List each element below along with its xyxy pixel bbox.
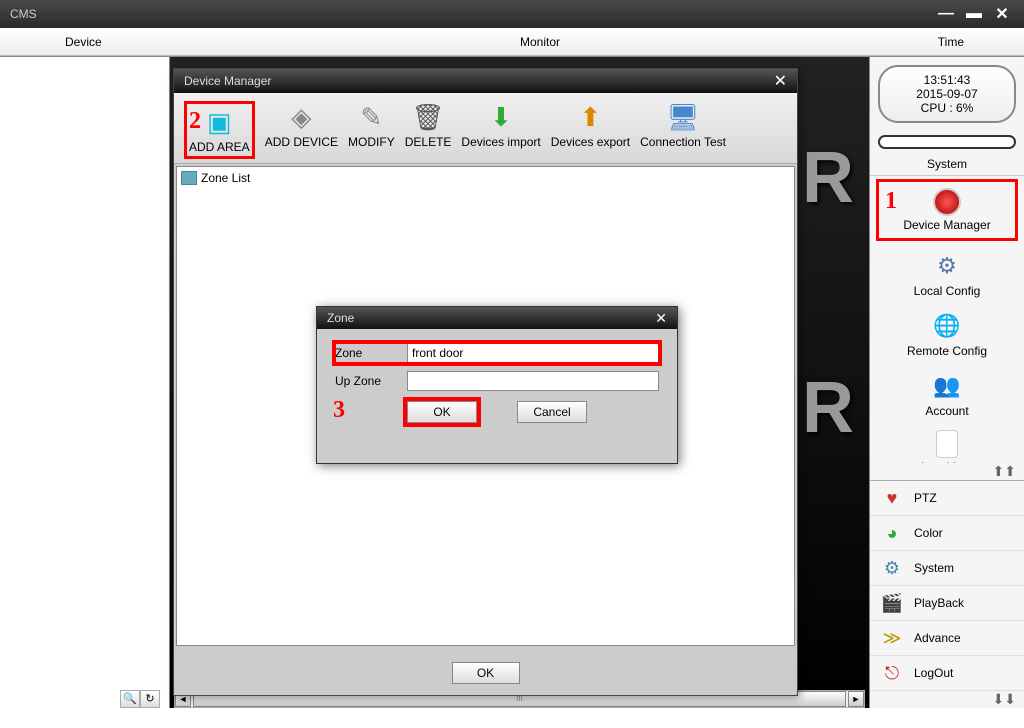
export-icon: ⬆ xyxy=(572,101,608,133)
toolbar-export[interactable]: ⬆ Devices export xyxy=(551,101,630,159)
zone-cancel-button[interactable]: Cancel xyxy=(517,401,587,423)
dm-title-bar[interactable]: Device Manager ✕ xyxy=(174,69,797,93)
sys-label: Account xyxy=(872,404,1022,418)
tree-root-item[interactable]: Zone List xyxy=(181,171,790,185)
remote-config-icon: 🌐 xyxy=(931,310,963,342)
zone-name-row: Zone xyxy=(335,343,659,363)
modify-icon: ✎ xyxy=(353,101,389,133)
cpu-text: CPU : 6% xyxy=(890,101,1004,115)
search-button[interactable]: 🔍 xyxy=(120,690,140,708)
date-text: 2015-09-07 xyxy=(890,87,1004,101)
toolbar-modify[interactable]: ✎ MODIFY xyxy=(348,101,395,159)
system-item-device-manager[interactable]: 1 Device Manager xyxy=(876,179,1018,241)
menu-ptz[interactable]: ♥PTZ xyxy=(870,481,1024,516)
upzone-label: Up Zone xyxy=(335,374,407,388)
menu-advance[interactable]: ≫Advance xyxy=(870,621,1024,656)
color-icon: ◕ xyxy=(880,522,904,544)
maximize-button[interactable]: ▬ xyxy=(962,6,986,23)
scroll-down-arrow[interactable]: ⬇⬇ xyxy=(870,691,1024,708)
upzone-row: Up Zone xyxy=(335,371,659,391)
advance-icon: ≫ xyxy=(880,627,904,649)
zone-close-button[interactable]: ✕ xyxy=(655,310,667,327)
toolbar-add-area[interactable]: 2 ▣ ADD AREA xyxy=(184,101,255,159)
toolbar-delete[interactable]: 🗑 DELETE xyxy=(405,101,452,159)
sys-label: Device Manager xyxy=(881,218,1013,232)
dm-ok-button[interactable]: OK xyxy=(452,662,520,684)
left-device-panel: 🔍↻ xyxy=(0,57,170,708)
zone-title-text: Zone xyxy=(327,311,354,325)
playback-icon: 🎬 xyxy=(880,592,904,614)
close-button[interactable]: ✕ xyxy=(990,6,1014,23)
toolbar-connection-test[interactable]: 🖥 Connection Test xyxy=(640,101,726,159)
local-log-icon xyxy=(936,430,958,458)
menu-logout[interactable]: ⎋LogOut xyxy=(870,656,1024,691)
bottom-menu-list: ♥PTZ ◕Color ⚙System 🎬PlayBack ≫Advance ⎋… xyxy=(870,480,1024,691)
menu-device[interactable]: Device xyxy=(65,35,102,49)
zone-title-bar[interactable]: Zone ✕ xyxy=(317,307,677,329)
clock-text: 13:51:43 xyxy=(890,73,1004,87)
system-icon: ⚙ xyxy=(880,557,904,579)
toolbar-add-device[interactable]: ◈ ADD DEVICE xyxy=(265,101,338,159)
zone-label: Zone xyxy=(335,346,407,360)
system-item-local-config[interactable]: ⚙ Local Config xyxy=(870,244,1024,304)
dm-toolbar: 2 ▣ ADD AREA ◈ ADD DEVICE ✎ MODIFY 🗑 DEL… xyxy=(174,93,797,164)
add-device-icon: ◈ xyxy=(283,101,319,133)
annotation-1: 1 xyxy=(885,188,897,215)
import-icon: ⬇ xyxy=(483,101,519,133)
sys-label: Local Config xyxy=(872,284,1022,298)
dm-title-text: Device Manager xyxy=(184,74,271,88)
local-config-icon: ⚙ xyxy=(931,250,963,282)
cpu-progress-bar xyxy=(878,135,1016,149)
logout-icon: ⎋ xyxy=(880,662,904,684)
watermark-R2: R xyxy=(802,367,854,449)
menu-time[interactable]: Time xyxy=(938,35,964,49)
upzone-input[interactable] xyxy=(407,371,659,391)
system-item-local-log[interactable]: Local Log xyxy=(870,424,1024,463)
dm-close-button[interactable]: ✕ xyxy=(774,71,787,91)
zone-input[interactable] xyxy=(407,343,659,363)
zone-ok-button[interactable]: OK xyxy=(407,401,477,423)
app-title-bar: CMS — ▬ ✕ xyxy=(0,0,1024,28)
system-section-header: System xyxy=(870,153,1024,176)
conn-test-icon: 🖥 xyxy=(665,101,701,133)
system-item-remote-config[interactable]: 🌐 Remote Config xyxy=(870,304,1024,364)
scroll-up-arrow[interactable]: ⬆⬆ xyxy=(870,463,1024,480)
refresh-button[interactable]: ↻ xyxy=(140,690,160,708)
menu-system[interactable]: ⚙System xyxy=(870,551,1024,586)
system-item-account[interactable]: 👥 Account xyxy=(870,364,1024,424)
annotation-2: 2 xyxy=(189,108,201,135)
top-menu-bar: Device Monitor Time xyxy=(0,28,1024,56)
ptz-icon: ♥ xyxy=(880,487,904,509)
sys-label: Remote Config xyxy=(872,344,1022,358)
menu-playback[interactable]: 🎬PlayBack xyxy=(870,586,1024,621)
toolbar-import[interactable]: ⬇ Devices import xyxy=(461,101,540,159)
app-title: CMS xyxy=(10,7,37,21)
account-icon: 👥 xyxy=(931,370,963,402)
menu-monitor[interactable]: Monitor xyxy=(520,35,560,49)
add-area-icon: ▣ xyxy=(201,106,237,138)
delete-icon: 🗑 xyxy=(410,101,446,133)
menu-color[interactable]: ◕Color xyxy=(870,516,1024,551)
zone-dialog: Zone ✕ Zone Up Zone 3 OK Cancel xyxy=(316,306,678,464)
status-display: 13:51:43 2015-09-07 CPU : 6% xyxy=(878,65,1016,123)
minimize-button[interactable]: — xyxy=(934,6,958,23)
device-manager-icon xyxy=(933,188,961,216)
zone-list-icon xyxy=(181,171,197,185)
system-items-list: 1 Device Manager ⚙ Local Config 🌐 Remote… xyxy=(870,176,1024,463)
annotation-3: 3 xyxy=(333,397,345,424)
watermark-R1: R xyxy=(802,137,854,219)
tree-root-label: Zone List xyxy=(201,171,250,185)
scroll-right-button[interactable]: ► xyxy=(848,691,864,707)
right-control-panel: 13:51:43 2015-09-07 CPU : 6% System 1 De… xyxy=(869,57,1024,708)
